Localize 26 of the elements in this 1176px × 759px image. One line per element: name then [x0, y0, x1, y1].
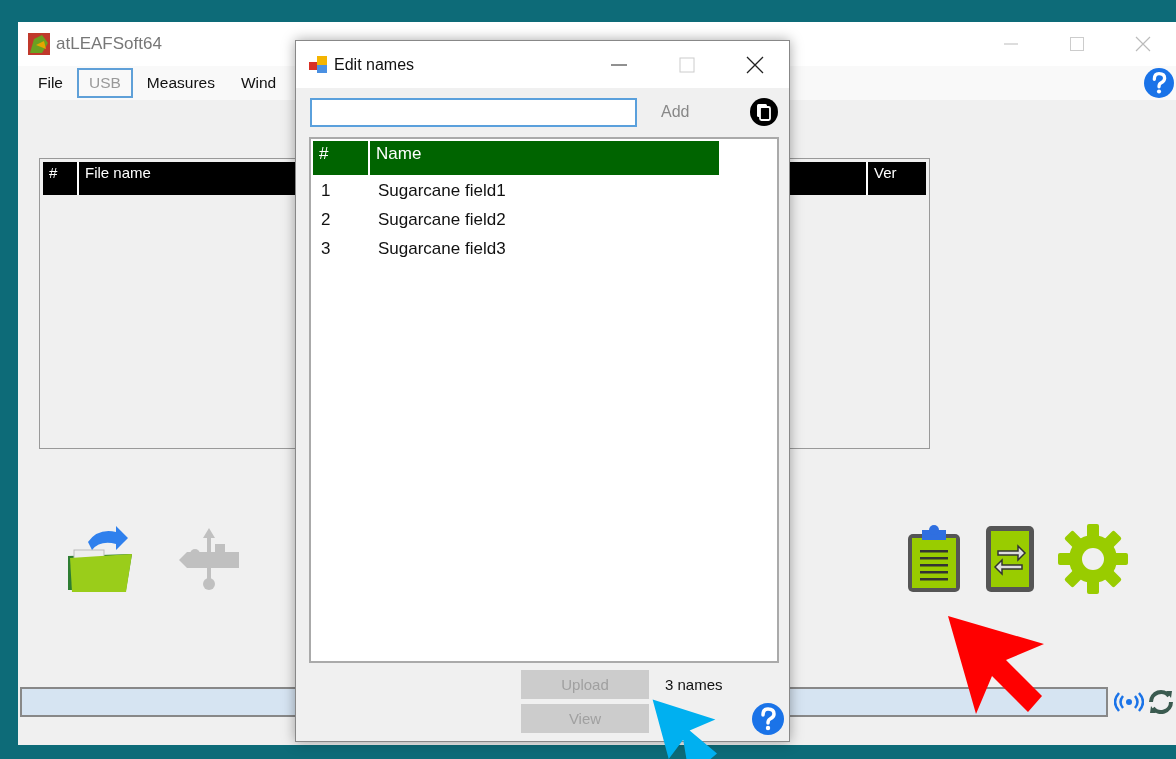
- names-count: 3 names: [665, 676, 723, 693]
- menu-item[interactable]: File: [26, 68, 75, 98]
- dialog-title: Edit names: [334, 55, 416, 74]
- app-icon: [28, 33, 50, 55]
- row-number: 3: [320, 238, 332, 259]
- name-cell[interactable]: Sugarcane field2: [370, 209, 506, 230]
- name-cell[interactable]: Sugarcane field3: [370, 238, 506, 259]
- name-input-field[interactable]: [310, 97, 637, 127]
- clipboard-icon[interactable]: [906, 524, 962, 594]
- signal-icon: [1114, 691, 1144, 713]
- annotation-arrow: [652, 699, 717, 759]
- help-icon[interactable]: [752, 702, 784, 735]
- close-icon[interactable]: [746, 55, 764, 74]
- transfer-icon[interactable]: [984, 524, 1036, 594]
- menu-item[interactable]: Measures: [134, 68, 227, 98]
- help-icon[interactable]: [1144, 68, 1174, 98]
- column-header: Name: [375, 143, 423, 165]
- row-number: 2: [320, 209, 332, 230]
- refresh-icon[interactable]: [1146, 687, 1176, 717]
- window-title: atLEAFSoft64: [56, 34, 163, 54]
- menu-item[interactable]: Wind: [228, 68, 289, 98]
- dialog-icon: [308, 54, 328, 75]
- copy-icon[interactable]: [749, 97, 779, 127]
- column-header: Ver: [873, 163, 898, 183]
- column-header: #: [313, 141, 370, 175]
- column-header: #: [43, 162, 79, 195]
